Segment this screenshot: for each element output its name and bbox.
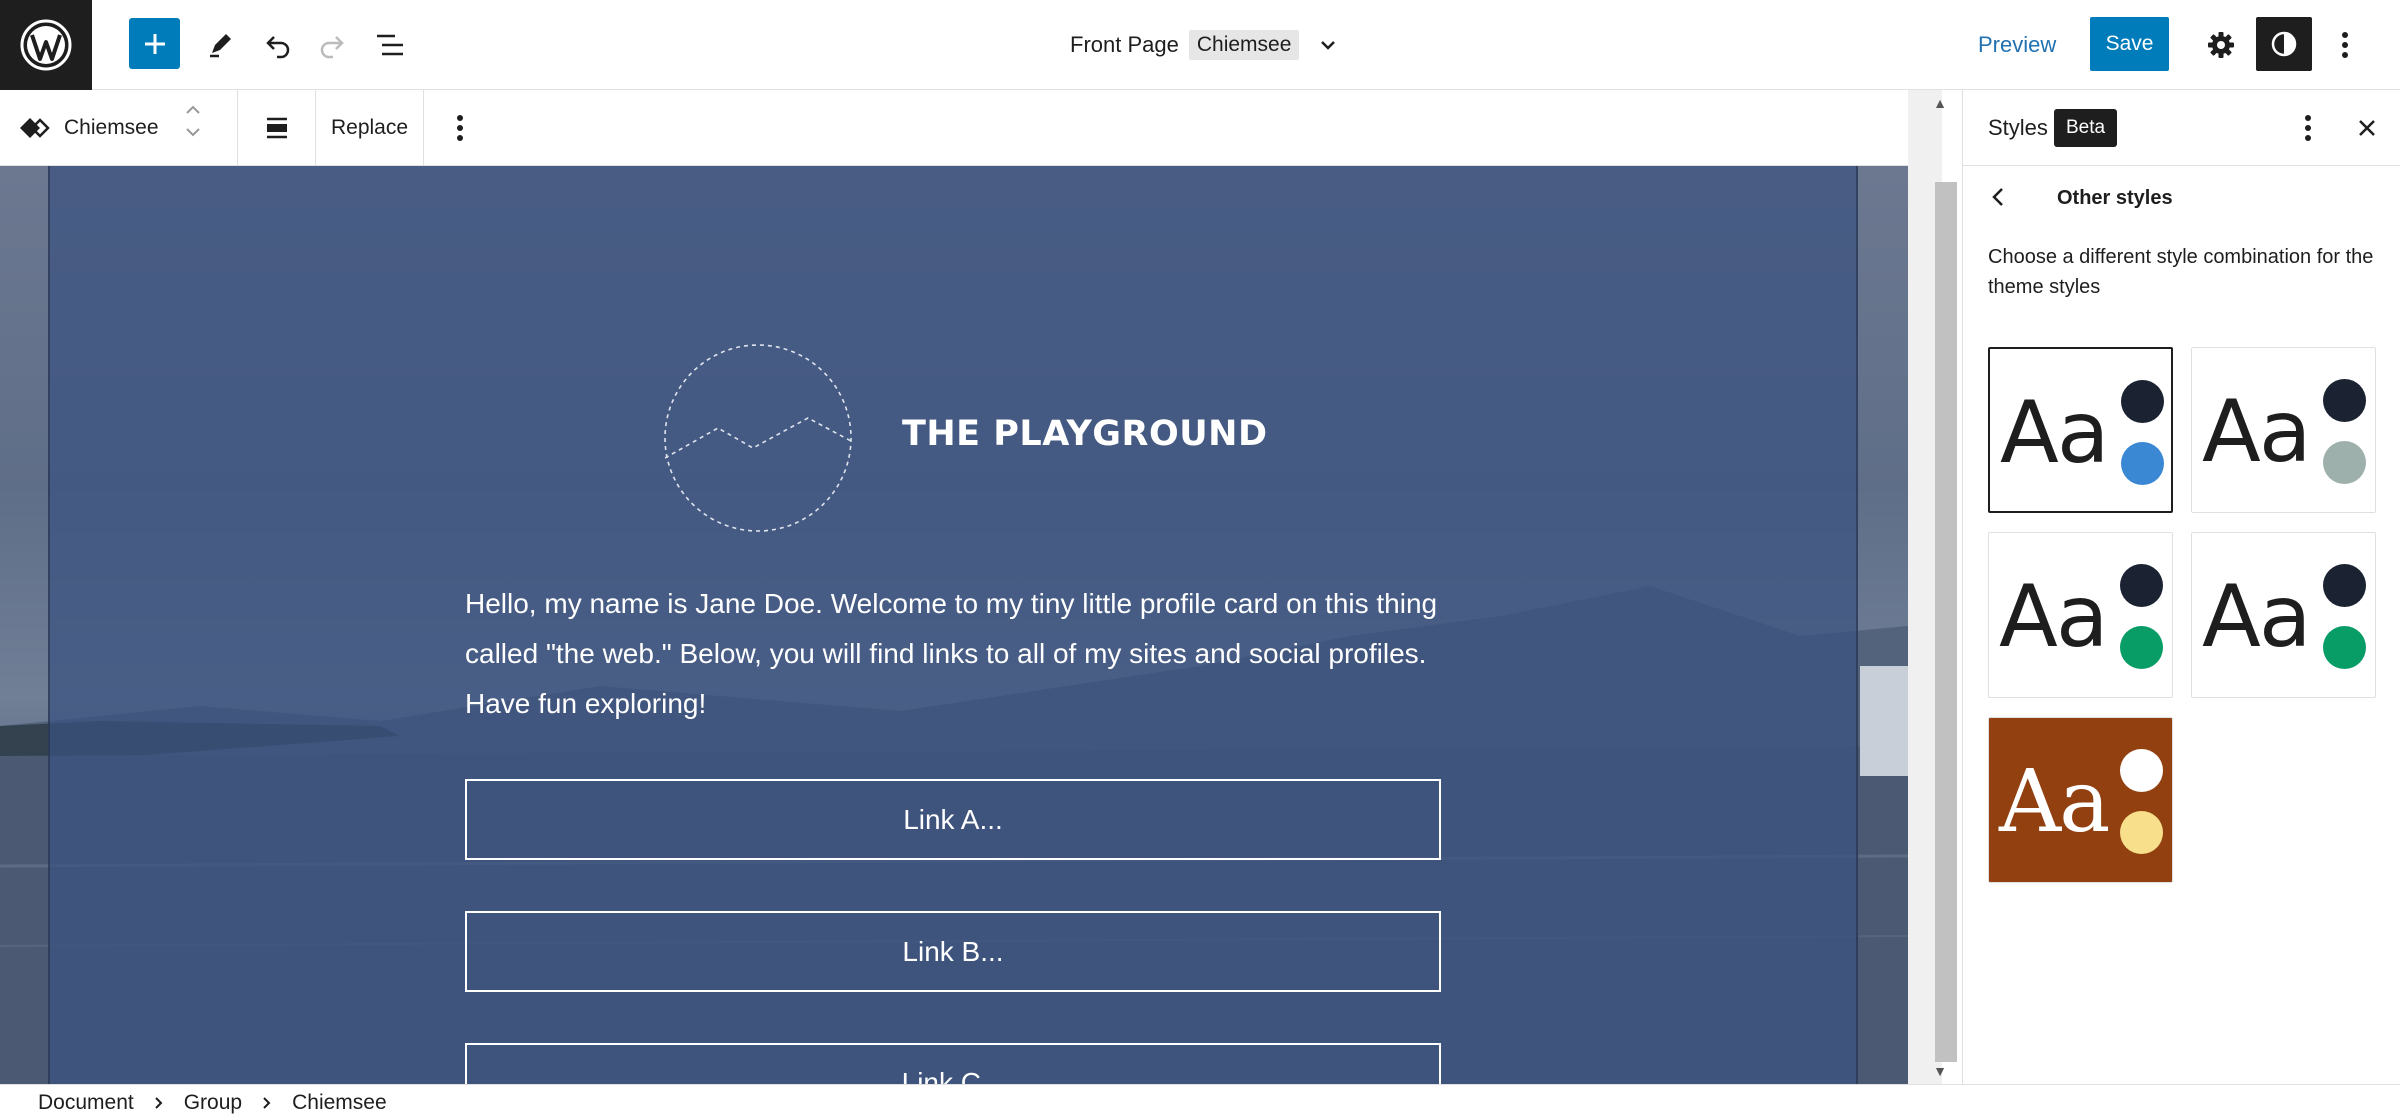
- redo-icon: [320, 36, 344, 59]
- color-swatch-primary: [2120, 564, 2163, 607]
- save-button[interactable]: Save: [2090, 17, 2169, 71]
- chevron-left-icon[interactable]: [1987, 184, 2009, 210]
- color-swatch-secondary: [2120, 626, 2163, 669]
- contrast-icon: [2271, 31, 2297, 57]
- move-controls[interactable]: [184, 104, 202, 138]
- canvas-scrollbar-thumb[interactable]: [1935, 182, 1957, 1062]
- color-swatch-secondary: [2323, 441, 2366, 484]
- chevron-up-icon[interactable]: [184, 104, 202, 116]
- style-variation-4[interactable]: Aa: [2191, 532, 2376, 698]
- list-view-button[interactable]: [370, 0, 410, 90]
- typography-preview: Aa: [2202, 382, 2312, 482]
- plus-icon: [144, 33, 165, 54]
- link-b-button[interactable]: Link B...: [465, 911, 1441, 992]
- intro-paragraph[interactable]: Hello, my name is Jane Doe. Welcome to m…: [465, 579, 1445, 729]
- color-swatch-secondary: [2323, 626, 2366, 669]
- styles-sidebar: Styles Beta Other styles Choose a differ…: [1962, 90, 2400, 1084]
- typography-preview: Aa: [1999, 752, 2110, 852]
- breadcrumb-chiemsee[interactable]: Chiemsee: [292, 1091, 387, 1115]
- block-toolbar: Chiemsee Replace: [0, 90, 1942, 166]
- color-swatch-primary: [2120, 749, 2163, 792]
- more-vertical-icon[interactable]: [2304, 114, 2312, 142]
- preview-button[interactable]: Preview: [1978, 0, 2056, 90]
- undo-icon: [266, 36, 290, 59]
- color-swatch-primary: [2323, 379, 2366, 422]
- replace-button[interactable]: Replace: [316, 90, 424, 166]
- undo-button[interactable]: [258, 0, 298, 90]
- pencil-icon: [210, 34, 231, 58]
- chevron-right-icon: [155, 1096, 163, 1109]
- chevron-down-icon: [1321, 41, 1336, 50]
- style-variation-1[interactable]: Aa: [1988, 347, 2173, 513]
- options-button[interactable]: [2330, 0, 2360, 90]
- scroll-down-arrow[interactable]: ▼: [1933, 1064, 1947, 1078]
- settings-button[interactable]: [2201, 0, 2241, 90]
- block-name: Chiemsee: [64, 116, 159, 139]
- site-logo-icon[interactable]: [663, 343, 853, 533]
- align-icon: [266, 117, 287, 139]
- typography-preview: Aa: [2000, 383, 2110, 483]
- style-variation-5[interactable]: Aa: [1988, 717, 2173, 883]
- wordpress-logo-button[interactable]: [0, 0, 92, 90]
- block-options-button[interactable]: [424, 90, 496, 166]
- cover-block-icon: [20, 118, 50, 138]
- wordpress-icon: [20, 19, 72, 71]
- redo-button[interactable]: [312, 0, 352, 90]
- link-a-button[interactable]: Link A...: [465, 779, 1441, 860]
- chevron-down-icon[interactable]: [184, 126, 202, 138]
- sidebar-subtitle: Other styles: [2057, 186, 2173, 209]
- breadcrumb-group[interactable]: Group: [184, 1091, 242, 1115]
- document-title: Front Page: [1070, 32, 1179, 57]
- editor-canvas[interactable]: THE PLAYGROUND Hello, my name is Jane Do…: [0, 166, 1908, 1084]
- link-c-button[interactable]: Link C...: [465, 1043, 1441, 1084]
- gear-icon: [2208, 32, 2234, 58]
- beta-badge: Beta: [2054, 109, 2118, 147]
- tools-button[interactable]: [200, 0, 240, 90]
- align-button[interactable]: [238, 90, 316, 166]
- block-breadcrumbs: Document Group Chiemsee: [0, 1084, 2400, 1120]
- styles-button[interactable]: [2256, 17, 2312, 71]
- add-block-button[interactable]: [129, 18, 180, 69]
- style-variation-3[interactable]: Aa: [1988, 532, 2173, 698]
- style-variation-2[interactable]: Aa: [2191, 347, 2376, 513]
- more-vertical-icon: [457, 115, 463, 141]
- sidebar-title: Styles: [1988, 115, 2048, 140]
- sidebar-header: Styles Beta: [1963, 90, 2400, 166]
- editor-header: Front Page Chiemsee Preview Save: [0, 0, 2400, 90]
- color-swatch-secondary: [2120, 811, 2163, 854]
- list-view-icon: [377, 34, 403, 56]
- close-icon[interactable]: [2356, 117, 2378, 139]
- typography-preview: Aa: [2202, 567, 2312, 667]
- color-swatch-primary: [2121, 380, 2164, 423]
- replace-label: Replace: [330, 116, 409, 139]
- color-swatch-secondary: [2121, 442, 2164, 485]
- scroll-up-arrow[interactable]: ▲: [1933, 96, 1947, 110]
- typography-preview: Aa: [1999, 567, 2109, 667]
- document-title-dropdown[interactable]: Front Page Chiemsee: [1070, 0, 1339, 90]
- chevron-right-icon: [263, 1096, 271, 1109]
- sidebar-description: Choose a different style combination for…: [1988, 246, 2374, 298]
- template-badge: Chiemsee: [1188, 30, 1300, 60]
- block-switcher[interactable]: Chiemsee: [0, 90, 238, 166]
- more-vertical-icon: [2342, 32, 2348, 58]
- site-title[interactable]: THE PLAYGROUND: [902, 414, 1268, 454]
- color-swatch-primary: [2323, 564, 2366, 607]
- sidebar-subheader: Other styles: [1963, 166, 2400, 230]
- breadcrumb-document[interactable]: Document: [38, 1091, 134, 1115]
